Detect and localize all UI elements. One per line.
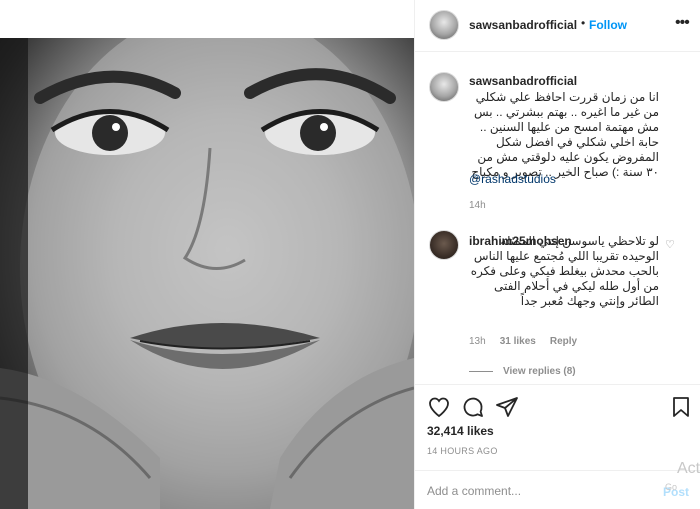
likes-count[interactable]: 32,414 likes [427, 424, 494, 438]
save-icon[interactable] [669, 395, 693, 419]
comment-reply-button[interactable]: Reply [550, 336, 577, 347]
comment-icon[interactable] [461, 395, 485, 419]
author-avatar[interactable] [429, 10, 459, 40]
view-replies-label: View replies (8) [503, 366, 576, 377]
more-options-icon[interactable]: ••• [675, 14, 690, 32]
activation-watermark-sub: Go [665, 482, 678, 492]
author-username[interactable]: sawsanbadrofficial [469, 18, 577, 32]
share-icon[interactable] [495, 395, 519, 419]
caption-avatar[interactable] [429, 72, 459, 102]
caption-timestamp[interactable]: 14h [469, 200, 486, 211]
heart-icon[interactable] [427, 395, 451, 419]
comment-meta: 13h 31 likes Reply [469, 336, 577, 347]
caption-text: انا من زمان قررت احافظ علي شكلي من غير م… [471, 90, 659, 179]
post-header: sawsanbadrofficial • Follow ••• [415, 0, 700, 52]
comment-like-heart-icon[interactable]: ♡ [665, 238, 675, 251]
activation-watermark: Act [677, 460, 700, 477]
post-side-panel: sawsanbadrofficial • Follow ••• sawsanba… [414, 0, 700, 509]
caption-mention-link[interactable]: @rashadstudios [469, 172, 556, 186]
follow-button[interactable]: Follow [589, 18, 627, 32]
comment-text: لو تلاحظي ياسوسن إنتي الممثله الوحيده تق… [470, 234, 659, 308]
separator-dot: • [581, 16, 586, 30]
commenter-avatar[interactable] [429, 230, 459, 260]
post-photo[interactable] [0, 38, 414, 509]
add-comment-bar: Post [415, 470, 700, 509]
view-replies-line [469, 371, 493, 372]
comment-timestamp[interactable]: 13h [469, 336, 486, 347]
add-comment-input[interactable] [427, 481, 637, 501]
portrait-image [0, 38, 414, 509]
comment-likes[interactable]: 31 likes [500, 336, 536, 347]
post-timestamp[interactable]: 14 HOURS AGO [427, 446, 498, 456]
caption-username[interactable]: sawsanbadrofficial [469, 74, 577, 88]
view-replies-button[interactable]: View replies (8) [469, 366, 576, 377]
